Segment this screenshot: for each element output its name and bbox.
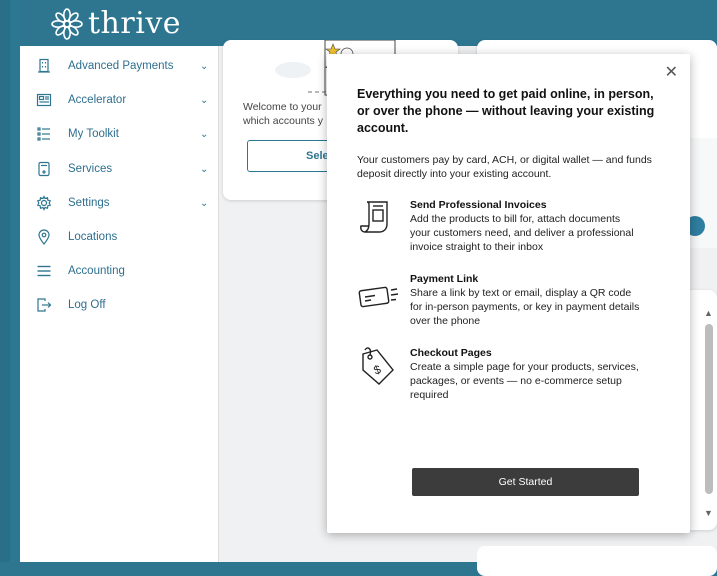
invoice-icon — [357, 196, 399, 238]
feature-description: Add the products to bill for, attach doc… — [410, 213, 634, 253]
sidebar-item-label: Accelerator — [68, 94, 127, 106]
sidebar-item-label: Settings — [68, 197, 110, 209]
sidebar-item-accounting[interactable]: Accounting — [20, 256, 218, 286]
sidebar-item-label: Locations — [68, 231, 118, 243]
sidebar-item-settings[interactable]: Settings ⌄ — [20, 188, 218, 218]
sidebar-item-log-off[interactable]: Log Off — [20, 290, 218, 320]
feature-description: Share a link by text or email, display a… — [410, 287, 640, 327]
chevron-down-icon: ⌄ — [200, 128, 209, 140]
building-icon — [36, 58, 52, 74]
svg-text:$: $ — [372, 362, 383, 378]
feature-title: Checkout Pages — [410, 347, 492, 359]
dashboard-icon — [36, 92, 52, 108]
feature-description: Create a simple page for your products, … — [410, 361, 639, 401]
logout-icon — [36, 297, 52, 313]
sidebar: Advanced Payments ⌄ Accelerator ⌄ My Too… — [20, 46, 219, 562]
get-paid-modal: ✕ Everything you need to get paid online… — [327, 54, 690, 533]
sidebar-item-locations[interactable]: Locations — [20, 222, 218, 252]
gear-icon — [36, 195, 52, 211]
feature-title: Payment Link — [410, 273, 479, 285]
sidebar-item-advanced-payments[interactable]: Advanced Payments ⌄ — [20, 51, 218, 81]
left-edge-stripe — [0, 0, 10, 562]
list-icon — [36, 126, 52, 142]
flower-icon — [51, 7, 83, 40]
chevron-down-icon: ⌄ — [200, 94, 209, 106]
sidebar-item-my-toolkit[interactable]: My Toolkit ⌄ — [20, 119, 218, 149]
payment-link-icon — [357, 276, 399, 318]
chevron-down-icon: ⌄ — [200, 60, 209, 72]
scrollbar-thumb[interactable] — [705, 324, 713, 494]
device-icon — [36, 161, 52, 177]
sidebar-item-label: Accounting — [68, 265, 125, 277]
modal-headline: Everything you need to get paid online, … — [357, 87, 655, 135]
select-button-label: Sele — [306, 150, 329, 162]
brand-logo[interactable]: thrive — [50, 6, 181, 41]
modal-intro: Your customers pay by card, ACH, or digi… — [357, 154, 652, 180]
scroll-up-arrow-icon[interactable]: ▲ — [704, 308, 713, 318]
scroll-down-arrow-icon[interactable]: ▼ — [704, 508, 713, 518]
feature-title: Send Professional Invoices — [410, 199, 547, 211]
sidebar-item-label: My Toolkit — [68, 128, 119, 140]
sidebar-item-label: Log Off — [68, 299, 106, 311]
left-edge-stripe-2 — [10, 0, 20, 562]
price-tag-icon: $ — [357, 346, 399, 388]
sidebar-item-label: Advanced Payments — [68, 60, 174, 72]
sidebar-item-services[interactable]: Services ⌄ — [20, 154, 218, 184]
get-started-button[interactable]: Get Started — [412, 468, 639, 496]
get-started-label: Get Started — [498, 476, 553, 488]
sidebar-item-accelerator[interactable]: Accelerator ⌄ — [20, 85, 218, 115]
menu-lines-icon — [36, 263, 52, 279]
brand-name: thrive — [88, 6, 182, 41]
chevron-down-icon: ⌄ — [200, 163, 209, 175]
sidebar-item-label: Services — [68, 163, 113, 175]
location-pin-icon — [36, 229, 52, 245]
background-card-bottom — [477, 546, 717, 576]
chevron-down-icon: ⌄ — [200, 197, 209, 209]
close-icon[interactable]: ✕ — [665, 62, 678, 82]
